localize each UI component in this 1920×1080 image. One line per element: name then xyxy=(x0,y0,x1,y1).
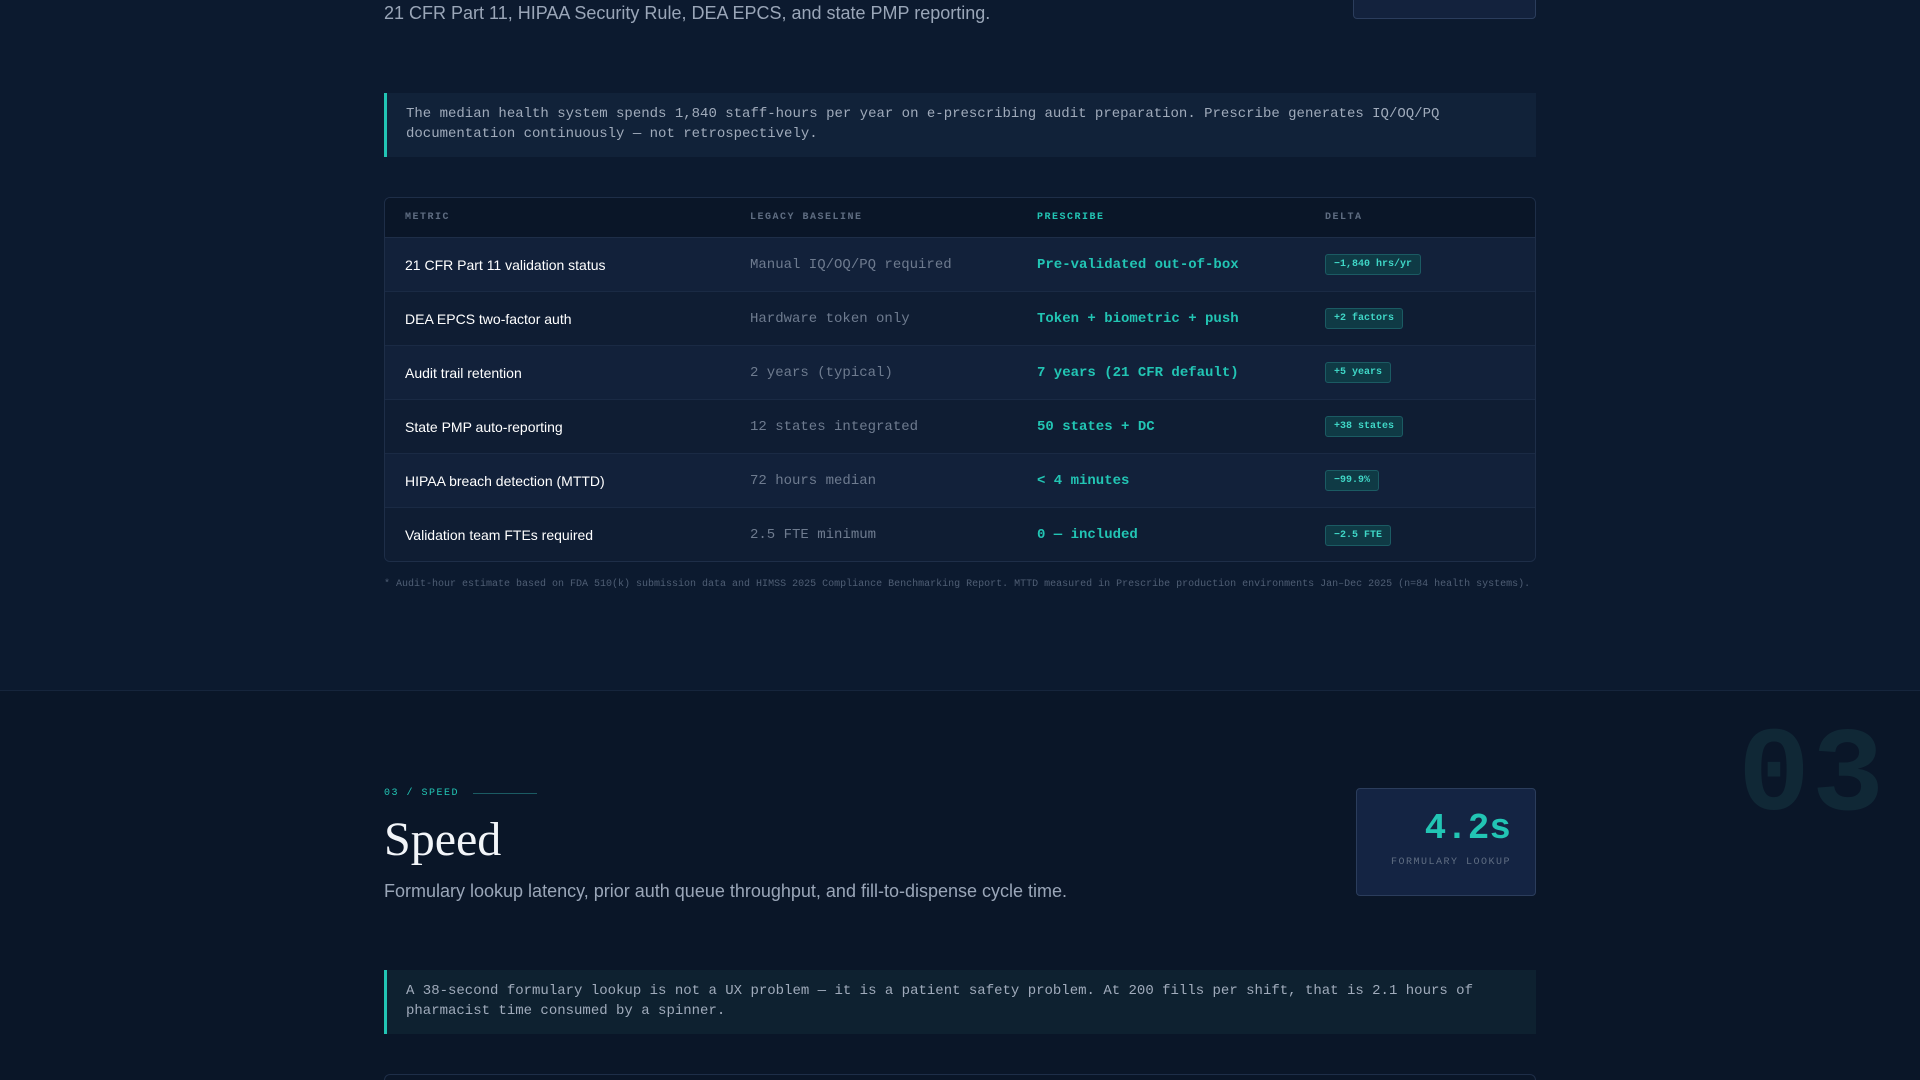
eyebrow-label: 03 / SPEED xyxy=(384,788,460,799)
prescribe-cell: < 4 minutes xyxy=(1037,472,1130,489)
speed-table xyxy=(384,1074,1536,1080)
table-header: METRIC LEGACY BASELINE PRESCRIBE DELTA xyxy=(385,198,1535,238)
table-footnote: * Audit-hour estimate based on FDA 510(k… xyxy=(384,579,1531,590)
table-body: 21 CFR Part 11 validation status Manual … xyxy=(385,238,1535,561)
table-row: State PMP auto-reporting 12 states integ… xyxy=(385,400,1535,454)
callout-quote: A 38-second formulary lookup is not a UX… xyxy=(384,970,1536,1034)
legacy-cell: 2 years (typical) xyxy=(750,364,893,381)
table-row: Audit trail retention 2 years (typical) … xyxy=(385,346,1535,400)
column-header-prescribe: PRESCRIBE xyxy=(1037,212,1105,223)
delta-badge: −1,840 hrs/yr xyxy=(1325,254,1422,275)
prescribe-cell: 7 years (21 CFR default) xyxy=(1037,364,1239,381)
delta-badge: −2.5 FTE xyxy=(1325,524,1392,546)
delta-badge: +38 states xyxy=(1325,416,1404,437)
comparison-table: METRIC LEGACY BASELINE PRESCRIBE DELTA 2… xyxy=(384,197,1536,562)
column-header-legacy: LEGACY BASELINE xyxy=(750,212,863,223)
table-row: Validation team FTEs required 2.5 FTE mi… xyxy=(385,508,1535,561)
metric-cell: Validation team FTEs required xyxy=(405,527,594,543)
prescribe-cell: Token + biometric + push xyxy=(1037,310,1239,327)
metric-cell: HIPAA breach detection (MTTD) xyxy=(405,472,605,489)
table-row: HIPAA breach detection (MTTD) 72 hours m… xyxy=(385,454,1535,508)
stat-card: 4.2s FORMULARY LOOKUP xyxy=(1356,788,1536,896)
legacy-cell: 12 states integrated xyxy=(750,418,919,435)
section-number-watermark: 03 xyxy=(1738,710,1887,846)
legacy-cell: 72 hours median xyxy=(750,472,877,489)
stat-label: FORMULARY LOOKUP xyxy=(1390,856,1511,868)
prescribe-cell: Pre-validated out-of-box xyxy=(1037,256,1239,273)
table-row: 21 CFR Part 11 validation status Manual … xyxy=(385,238,1535,292)
column-header-delta: DELTA xyxy=(1325,212,1363,223)
eyebrow-rule xyxy=(473,793,538,794)
legacy-cell: Manual IQ/OQ/PQ required xyxy=(750,256,952,273)
section-subtitle: 21 CFR Part 11, HIPAA Security Rule, DEA… xyxy=(384,3,991,23)
table-row: DEA EPCS two-factor auth Hardware token … xyxy=(385,292,1535,346)
stat-card xyxy=(1353,0,1536,19)
section-subtitle: Formulary lookup latency, prior auth que… xyxy=(384,881,1068,901)
delta-badge: +5 years xyxy=(1325,362,1392,383)
section-eyebrow: 03 / SPEED xyxy=(384,788,538,799)
metric-cell: Audit trail retention xyxy=(405,364,522,381)
metric-cell: 21 CFR Part 11 validation status xyxy=(405,256,606,273)
delta-badge: +2 factors xyxy=(1325,308,1404,329)
column-header-metric: METRIC xyxy=(405,212,451,223)
delta-badge: −99.9% xyxy=(1325,470,1380,491)
section-title: Speed xyxy=(384,813,502,866)
legacy-cell: 2.5 FTE minimum xyxy=(750,527,877,543)
prescribe-cell: 0 — included xyxy=(1037,527,1138,543)
metric-cell: DEA EPCS two-factor auth xyxy=(405,310,572,327)
metric-cell: State PMP auto-reporting xyxy=(405,418,563,435)
prescribe-cell: 50 states + DC xyxy=(1037,418,1155,435)
callout-quote: The median health system spends 1,840 st… xyxy=(384,93,1536,157)
legacy-cell: Hardware token only xyxy=(750,310,910,327)
stat-value: 4.2s xyxy=(1424,808,1511,849)
